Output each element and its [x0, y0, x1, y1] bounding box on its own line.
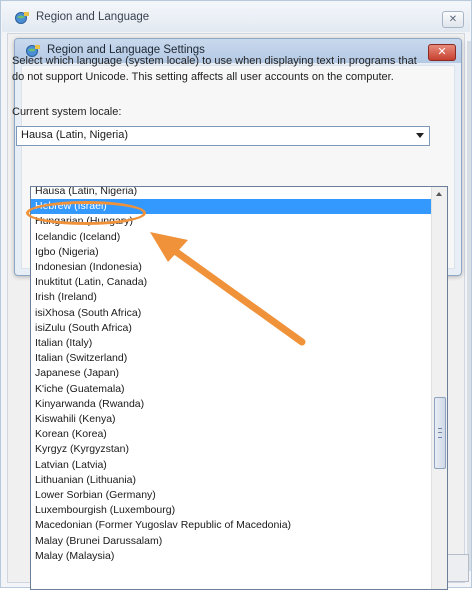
- system-locale-select[interactable]: Hausa (Latin, Nigeria): [16, 126, 430, 146]
- locale-option[interactable]: Luxembourgish (Luxembourg): [31, 503, 433, 518]
- locale-option[interactable]: Lower Sorbian (Germany): [31, 488, 433, 503]
- locale-option[interactable]: Italian (Switzerland): [31, 351, 433, 366]
- current-system-locale-label: Current system locale:: [12, 106, 122, 118]
- close-icon: ✕: [448, 14, 458, 25]
- locale-option[interactable]: Hebrew (Israel): [31, 199, 433, 215]
- locale-option[interactable]: Korean (Korea): [31, 427, 433, 442]
- scroll-up-icon[interactable]: [436, 192, 442, 196]
- locale-option[interactable]: Japanese (Japan): [31, 366, 433, 381]
- locale-option[interactable]: Malay (Malaysia): [31, 549, 433, 564]
- locale-option[interactable]: Malay (Brunei Darussalam): [31, 534, 433, 549]
- locale-option[interactable]: isiZulu (South Africa): [31, 321, 433, 336]
- locale-option[interactable]: Inuktitut (Latin, Canada): [31, 275, 433, 290]
- locale-option[interactable]: Kyrgyz (Kyrgyzstan): [31, 442, 433, 457]
- locale-option[interactable]: Macedonian (Former Yugoslav Republic of …: [31, 518, 433, 533]
- outer-scrollbar[interactable]: [467, 41, 471, 571]
- locale-option[interactable]: Icelandic (Iceland): [31, 230, 433, 245]
- outer-titlebar: Region and Language ✕: [2, 2, 470, 32]
- outer-partial-button[interactable]: [447, 554, 469, 582]
- dropdown-scrollbar[interactable]: [431, 187, 447, 589]
- locale-description: Select which language (system locale) to…: [12, 55, 417, 83]
- locale-option[interactable]: Hungarian (Hungary): [31, 214, 433, 229]
- locale-option[interactable]: Igbo (Nigeria): [31, 245, 433, 260]
- selected-locale-value: Hausa (Latin, Nigeria): [21, 129, 128, 141]
- locale-option[interactable]: isiXhosa (South Africa): [31, 306, 433, 321]
- locale-dropdown-list[interactable]: Hausa (Latin, Nigeria) Hebrew (Israel) Hun…: [30, 186, 448, 590]
- region-globe-icon: [15, 12, 29, 24]
- locale-option[interactable]: Latvian (Latvia): [31, 458, 433, 473]
- locale-option[interactable]: Kinyarwanda (Rwanda): [31, 397, 433, 412]
- outer-close-button[interactable]: ✕: [442, 11, 464, 28]
- locale-option[interactable]: Lithuanian (Lithuania): [31, 473, 433, 488]
- grip-icon: [438, 428, 442, 438]
- dialog-close-button[interactable]: ✕: [428, 44, 456, 61]
- locale-option[interactable]: Irish (Ireland): [31, 290, 433, 305]
- locale-option[interactable]: K'iche (Guatemala): [31, 382, 433, 397]
- locale-option[interactable]: Hausa (Latin, Nigeria): [31, 187, 433, 199]
- locale-option[interactable]: Italian (Italy): [31, 336, 433, 351]
- scroll-thumb[interactable]: [434, 397, 446, 469]
- close-icon: ✕: [437, 46, 447, 58]
- locale-option[interactable]: Kiswahili (Kenya): [31, 412, 433, 427]
- locale-option[interactable]: Indonesian (Indonesia): [31, 260, 433, 275]
- outer-window-title: Region and Language: [36, 11, 150, 23]
- chevron-down-icon[interactable]: [416, 133, 424, 138]
